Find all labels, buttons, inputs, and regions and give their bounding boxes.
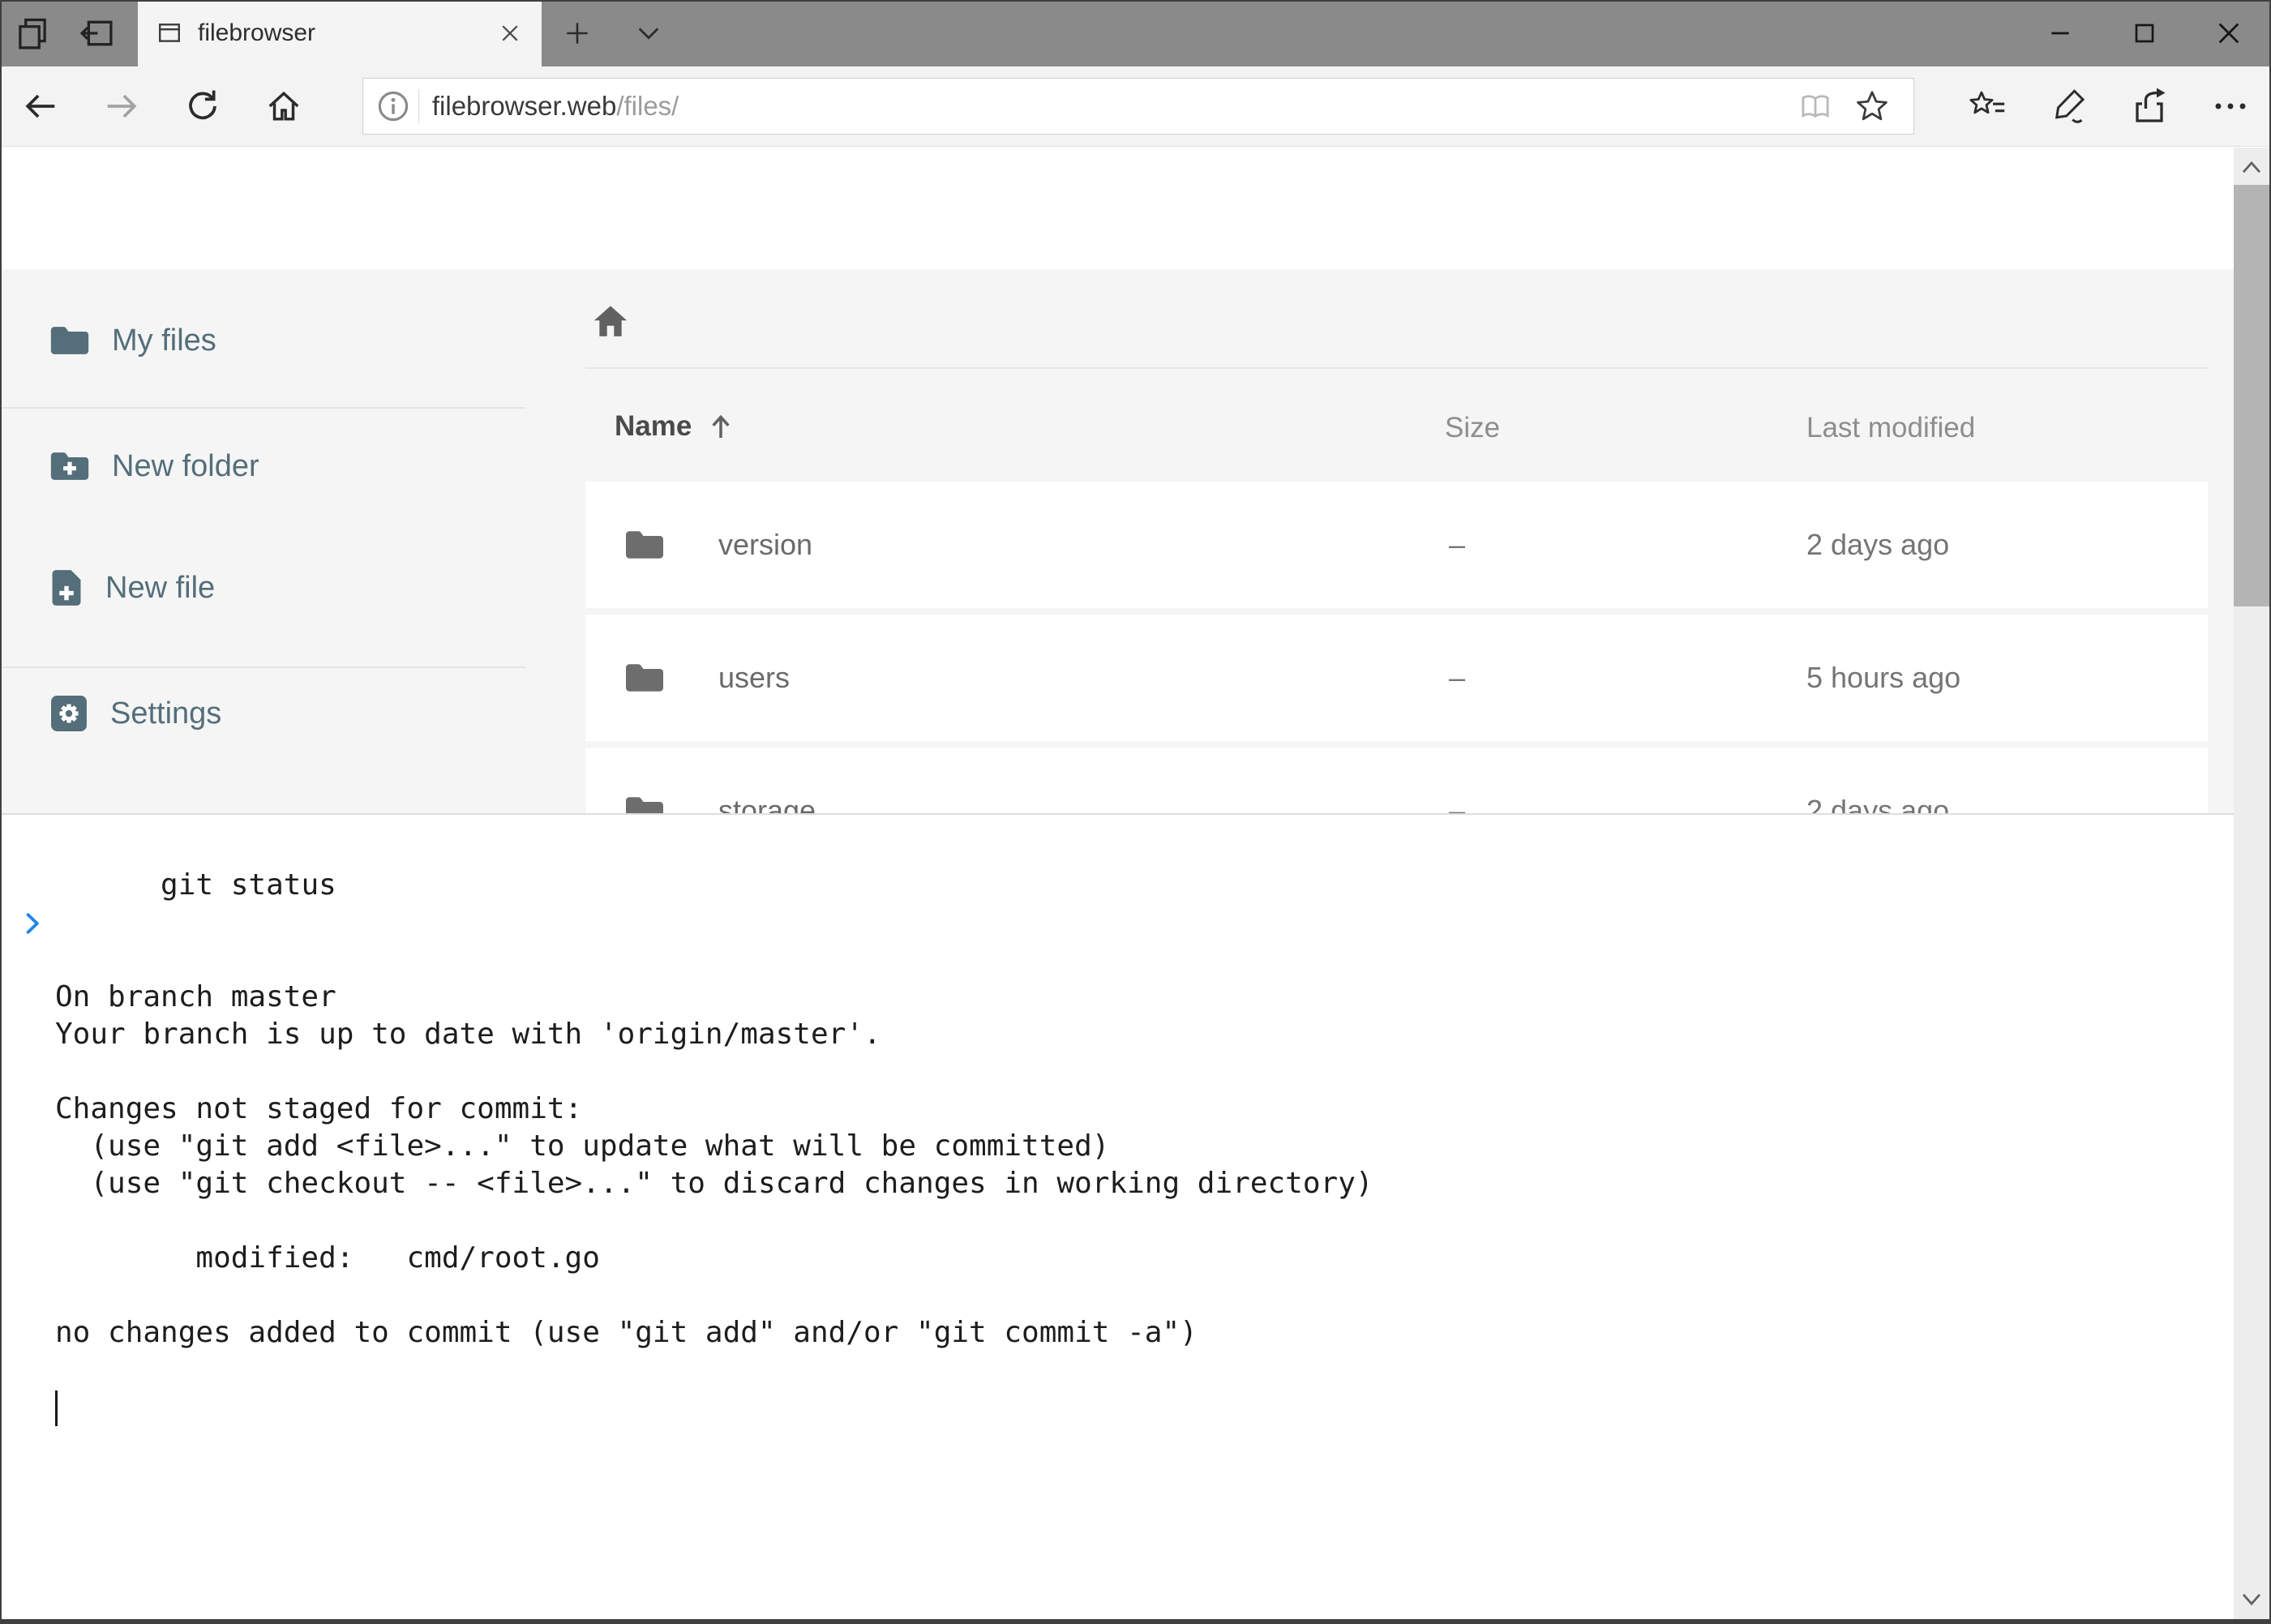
window-minimize-button[interactable] bbox=[2018, 0, 2102, 66]
terminal-output-line: (use "git add <file>..." to update what … bbox=[0, 1128, 2271, 1165]
sidebar-item-label: New file bbox=[105, 571, 215, 606]
scrollbar-thumb[interactable] bbox=[2234, 185, 2269, 606]
filebrowser-page: My files New folder New file Settings bbox=[0, 269, 2271, 813]
folder-icon bbox=[626, 529, 663, 561]
hub-favorites-button[interactable] bbox=[1947, 66, 2028, 146]
terminal-output-line: Your branch is up to date with 'origin/m… bbox=[0, 1016, 2271, 1053]
address-separator bbox=[418, 89, 419, 123]
sort-ascending-arrow-icon bbox=[709, 413, 732, 440]
file-modified: 5 hours ago bbox=[1806, 661, 1960, 695]
terminal-command: git status bbox=[161, 868, 336, 902]
sidebar-item-new-file[interactable]: New file bbox=[50, 562, 215, 614]
window-close-button[interactable] bbox=[2187, 0, 2271, 66]
tab-preview-button[interactable] bbox=[0, 0, 64, 66]
terminal-output-line: Changes not staged for commit: bbox=[0, 1091, 2271, 1128]
file-size: – bbox=[1449, 794, 1465, 813]
terminal-output-line: On branch master bbox=[0, 979, 2271, 1016]
settings-gear-icon bbox=[50, 695, 88, 732]
file-row-storage[interactable]: storage – 2 days ago bbox=[585, 748, 2208, 813]
terminal-output-line: modified: cmd/root.go bbox=[0, 1240, 2271, 1277]
terminal-output-line bbox=[0, 1053, 2271, 1091]
new-folder-icon bbox=[50, 450, 89, 482]
tab-preview-icon bbox=[15, 15, 50, 51]
terminal-output-line bbox=[0, 1277, 2271, 1314]
reading-view-icon[interactable] bbox=[1787, 88, 1844, 124]
file-modified: 2 days ago bbox=[1806, 528, 1949, 562]
home-button[interactable] bbox=[243, 66, 324, 146]
url-text: filebrowser.web/files/ bbox=[432, 91, 679, 122]
sidebar-divider bbox=[0, 407, 525, 409]
tab-favicon bbox=[157, 21, 182, 45]
url-domain: filebrowser.web bbox=[432, 91, 616, 121]
site-info-icon[interactable] bbox=[376, 89, 410, 123]
column-header-size[interactable]: Size bbox=[1445, 412, 1500, 444]
folder-icon bbox=[626, 662, 663, 694]
file-row-users[interactable]: users – 5 hours ago bbox=[585, 615, 2208, 741]
browser-tab-bar: filebrowser bbox=[0, 0, 2271, 66]
refresh-button[interactable] bbox=[162, 66, 243, 146]
folder-icon bbox=[626, 795, 663, 813]
browser-window: filebrowser bbox=[0, 0, 2271, 1624]
home-icon bbox=[592, 303, 629, 339]
scrollbar-up-button[interactable] bbox=[2234, 148, 2269, 186]
terminal-cursor-line bbox=[0, 1389, 2271, 1426]
sidebar-item-label: New folder bbox=[112, 449, 259, 484]
page-scrollbar[interactable] bbox=[2234, 148, 2269, 1619]
terminal-output-line: no changes added to commit (use "git add… bbox=[0, 1314, 2271, 1352]
web-notes-pen-button[interactable] bbox=[2028, 66, 2109, 146]
url-path: /files/ bbox=[616, 91, 679, 121]
tab-list-dropdown-button[interactable] bbox=[613, 0, 684, 66]
file-name: users bbox=[718, 661, 790, 695]
sidebar-item-my-files[interactable]: My files bbox=[50, 315, 216, 366]
file-modified: 2 days ago bbox=[1806, 794, 1949, 813]
browser-navbar: filebrowser.web/files/ bbox=[0, 66, 2271, 147]
scrollbar-down-button[interactable] bbox=[2234, 1580, 2269, 1619]
settings-more-ellipsis-button[interactable] bbox=[2190, 66, 2271, 146]
tab-close-icon[interactable] bbox=[498, 21, 522, 45]
listing-divider bbox=[585, 367, 2208, 369]
back-button[interactable] bbox=[0, 66, 81, 146]
window-maximize-button[interactable] bbox=[2102, 0, 2187, 66]
window-border bbox=[0, 1619, 2271, 1624]
sidebar-item-new-folder[interactable]: New folder bbox=[50, 440, 259, 492]
browser-tab-filebrowser[interactable]: filebrowser bbox=[138, 0, 542, 66]
column-header-name[interactable]: Name bbox=[615, 410, 732, 443]
share-button[interactable] bbox=[2109, 66, 2190, 146]
filebrowser-header bbox=[0, 148, 2271, 269]
file-name: storage bbox=[718, 794, 816, 813]
folder-icon bbox=[50, 324, 89, 357]
file-size: – bbox=[1449, 528, 1465, 562]
terminal-prompt-line: git status bbox=[0, 829, 2271, 941]
file-row-version[interactable]: version – 2 days ago bbox=[585, 482, 2208, 608]
window-border bbox=[0, 0, 2, 1624]
chevron-up-icon bbox=[2240, 159, 2263, 175]
breadcrumb-home-button[interactable] bbox=[592, 303, 629, 339]
column-header-modified[interactable]: Last modified bbox=[1806, 412, 1975, 444]
terminal-output-line bbox=[0, 1202, 2271, 1240]
chevron-down-icon bbox=[2240, 1592, 2263, 1608]
add-favorite-star-icon[interactable] bbox=[1844, 88, 1900, 124]
set-tabs-aside-button[interactable] bbox=[64, 0, 128, 66]
sidebar-divider bbox=[0, 666, 525, 668]
terminal-output-line: (use "git checkout -- <file>..." to disc… bbox=[0, 1165, 2271, 1202]
sidebar-item-settings[interactable]: Settings bbox=[50, 688, 221, 739]
new-tab-button[interactable] bbox=[542, 0, 613, 66]
terminal-output-line bbox=[0, 1352, 2271, 1389]
terminal-output-line bbox=[0, 941, 2271, 979]
window-border bbox=[0, 0, 2271, 2]
terminal-panel[interactable]: git status On branch master Your branch … bbox=[0, 813, 2271, 1619]
address-bar[interactable]: filebrowser.web/files/ bbox=[362, 78, 1914, 135]
sidebar-item-label: My files bbox=[112, 324, 216, 358]
file-size: – bbox=[1449, 661, 1465, 695]
file-name: version bbox=[718, 528, 812, 562]
tab-title: filebrowser bbox=[198, 19, 482, 47]
new-file-icon bbox=[50, 568, 83, 607]
terminal-cursor bbox=[55, 1390, 58, 1426]
sidebar-item-label: Settings bbox=[110, 696, 221, 731]
listing-column-headers: Name Size Last modified bbox=[585, 404, 2208, 456]
forward-button[interactable] bbox=[81, 66, 162, 146]
set-tabs-aside-icon bbox=[79, 15, 114, 51]
